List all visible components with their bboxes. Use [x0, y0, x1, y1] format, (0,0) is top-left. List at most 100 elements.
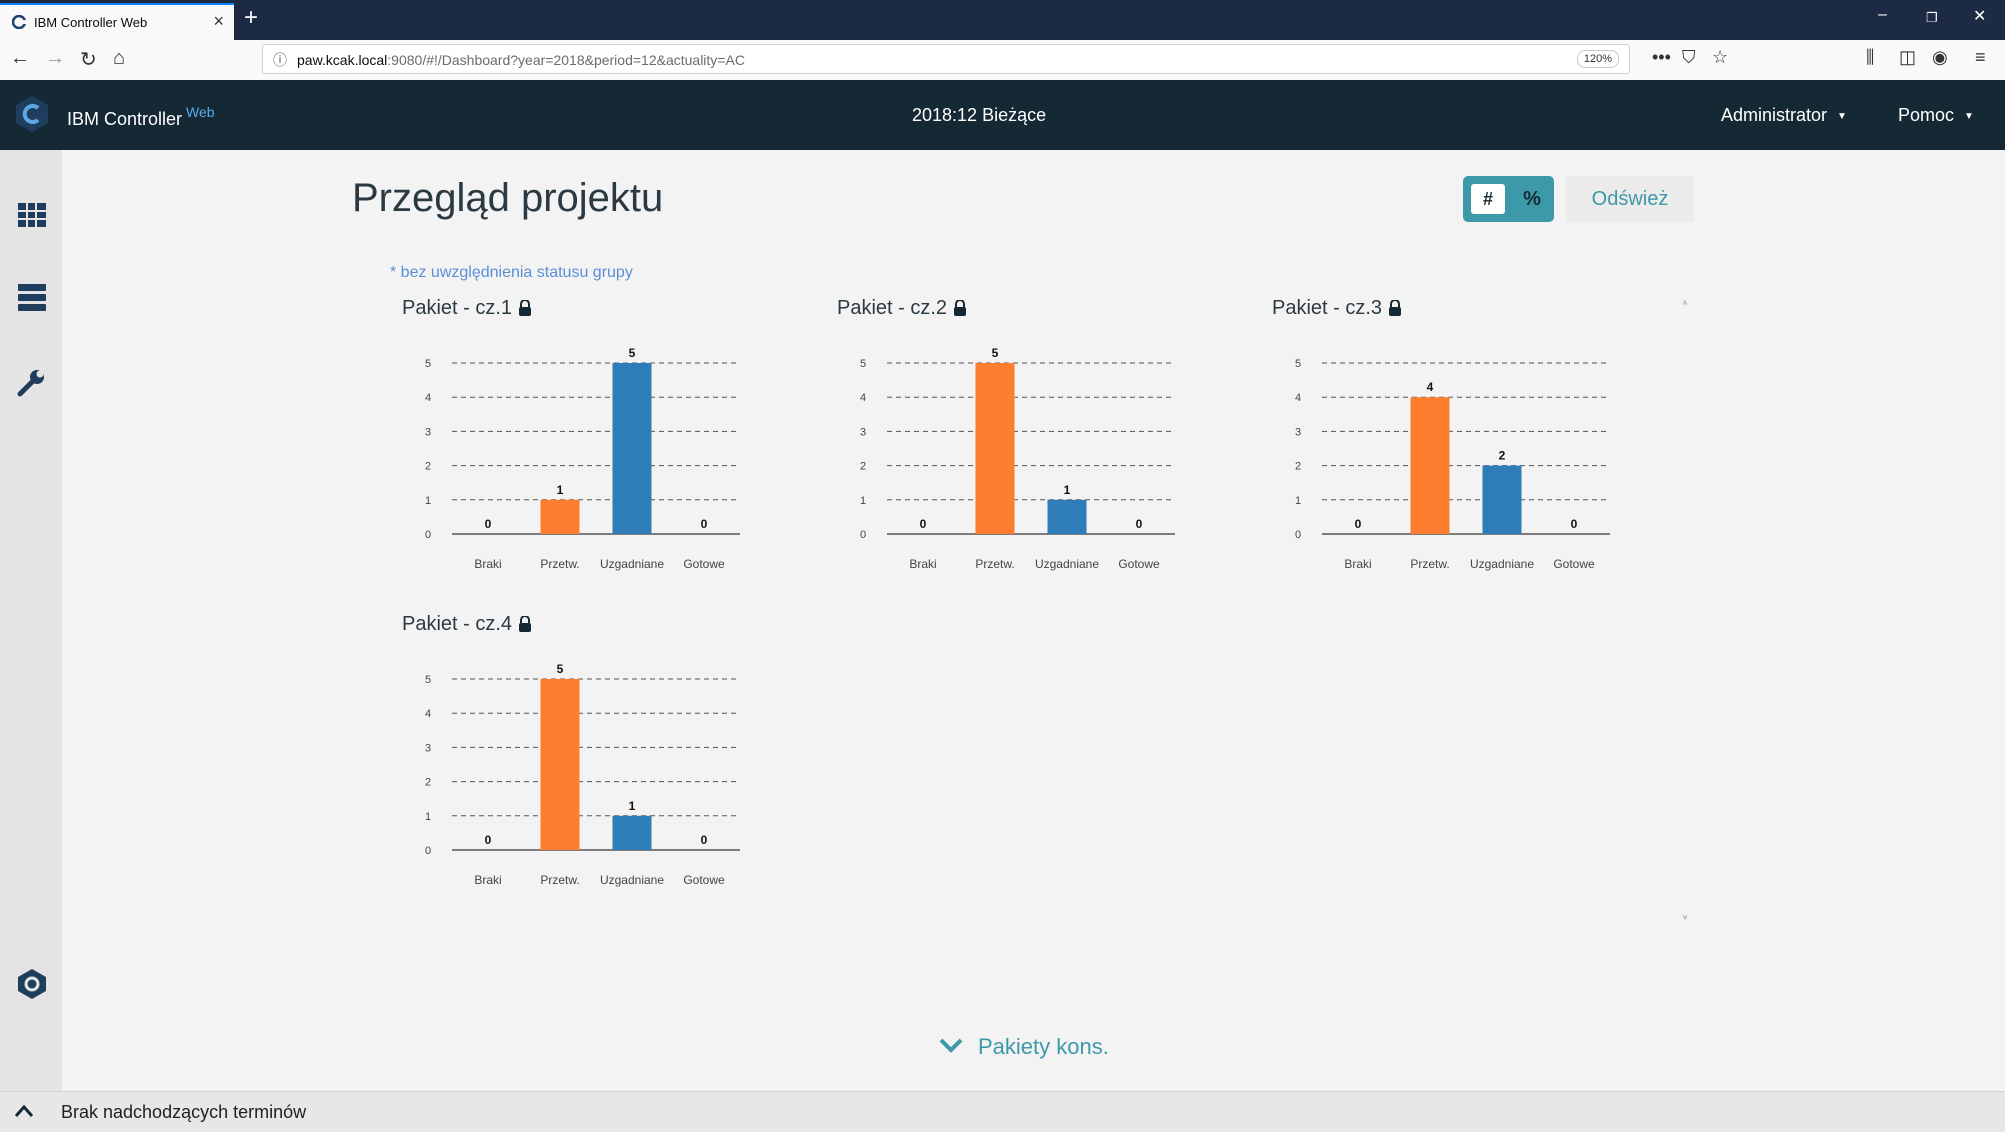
- y-tick-label: 2: [860, 461, 866, 473]
- y-tick-label: 3: [425, 426, 431, 438]
- browser-tab[interactable]: IBM Controller Web ×: [0, 3, 234, 40]
- x-category-label: Braki: [474, 873, 501, 887]
- packages-section-label: Pakiety kons.: [978, 1034, 1109, 1059]
- y-tick-label: 5: [425, 674, 431, 686]
- bar-value-label: 0: [701, 517, 708, 531]
- caret-down-icon: ▼: [1964, 111, 1974, 122]
- bar-value-label: 0: [485, 517, 492, 531]
- close-tab-icon[interactable]: ×: [213, 11, 224, 32]
- list-icon[interactable]: [16, 281, 48, 313]
- url-text: paw.kcak.local:9080/#!/Dashboard?year=20…: [297, 52, 745, 68]
- home-icon[interactable]: ⌂: [113, 47, 125, 70]
- back-icon[interactable]: ←: [10, 47, 30, 70]
- chart-title-text: Pakiet - cz.1: [402, 297, 513, 319]
- wrench-icon[interactable]: [16, 366, 48, 398]
- app-name[interactable]: IBM Controller Web: [67, 104, 215, 130]
- x-category-label: Uzgadniane: [1470, 557, 1534, 571]
- chevron-down-icon: [939, 1038, 963, 1053]
- y-tick-label: 1: [860, 495, 866, 507]
- y-tick-label: 4: [1295, 392, 1301, 404]
- menu-icon[interactable]: ≡: [1975, 47, 1986, 68]
- user-menu[interactable]: Administrator ▼: [1721, 105, 1847, 126]
- packages-section-toggle[interactable]: Pakiety kons.: [938, 1034, 1109, 1060]
- x-category-label: Braki: [474, 557, 501, 571]
- display-mode-toggle[interactable]: # %: [1463, 176, 1554, 222]
- close-window-icon[interactable]: ✕: [1973, 6, 1986, 26]
- chart-title-2: Pakiet - cz.2: [837, 297, 967, 320]
- account-icon[interactable]: ◉: [1932, 47, 1948, 68]
- bar-value-label: 0: [701, 833, 708, 847]
- y-tick-label: 0: [1295, 529, 1301, 541]
- lock-icon: [519, 300, 532, 316]
- lock-icon: [954, 300, 967, 316]
- library-icon[interactable]: ⫼: [1866, 47, 1874, 68]
- deadlines-footer[interactable]: Brak nadchodzących terminów: [0, 1091, 2005, 1132]
- bar-chart-1: 0 1 2 3 4 5 0 Braki 1 Przetw. 5 Uzgadniane 0 Gotowe: [425, 346, 740, 571]
- y-tick-label: 0: [425, 845, 431, 857]
- y-tick-label: 5: [860, 358, 866, 370]
- x-category-label: Braki: [1344, 557, 1371, 571]
- bar-value-label: 1: [557, 483, 564, 497]
- tab-title: IBM Controller Web: [34, 15, 148, 30]
- toggle-count-button[interactable]: #: [1471, 184, 1505, 214]
- y-tick-label: 3: [1295, 426, 1301, 438]
- address-bar[interactable]: ⓘ paw.kcak.local:9080/#!/Dashboard?year=…: [262, 44, 1630, 74]
- zoom-level[interactable]: 120%: [1576, 50, 1619, 68]
- lock-icon: [1389, 300, 1402, 316]
- chevron-up-icon[interactable]: [14, 1104, 34, 1118]
- scrollbar[interactable]: [1683, 300, 1687, 920]
- y-tick-label: 1: [425, 495, 431, 507]
- y-tick-label: 5: [425, 358, 431, 370]
- bar: [1482, 465, 1522, 534]
- x-category-label: Przetw.: [540, 557, 579, 571]
- x-category-label: Gotowe: [683, 557, 725, 571]
- x-category-label: Uzgadniane: [600, 557, 664, 571]
- new-tab-button[interactable]: +: [244, 4, 258, 32]
- bar-value-label: 5: [992, 346, 999, 360]
- forward-icon[interactable]: →: [45, 47, 65, 70]
- y-tick-label: 1: [425, 811, 431, 823]
- refresh-button[interactable]: Odśwież: [1566, 176, 1694, 222]
- bar-chart-3: 0 1 2 3 4 5 0 Braki 4 Przetw. 2 Uzgadniane 0 Gotowe: [1295, 358, 1610, 571]
- y-tick-label: 4: [425, 392, 431, 404]
- y-tick-label: 2: [425, 777, 431, 789]
- chart-title-1: Pakiet - cz.1: [402, 297, 532, 320]
- help-menu[interactable]: Pomoc ▼: [1898, 105, 1974, 126]
- x-category-label: Uzgadniane: [600, 873, 664, 887]
- bookmark-star-icon[interactable]: ☆: [1712, 47, 1728, 68]
- caret-down-icon: ▼: [1837, 111, 1847, 122]
- dashboard-grid-icon[interactable]: [16, 199, 48, 231]
- bar-value-label: 0: [485, 833, 492, 847]
- ibm-logo-icon[interactable]: [16, 968, 48, 1000]
- chart-title-text: Pakiet - cz.4: [402, 613, 513, 635]
- bar: [1047, 499, 1087, 534]
- chart-title-text: Pakiet - cz.3: [1272, 297, 1383, 319]
- chart-title-4: Pakiet - cz.4: [402, 613, 532, 636]
- help-menu-label: Pomoc: [1898, 105, 1955, 125]
- bar: [1410, 397, 1450, 534]
- bar-value-label: 0: [1136, 517, 1143, 531]
- bar: [540, 679, 580, 850]
- sidebar-toggle-icon[interactable]: ◫: [1899, 47, 1916, 68]
- pocket-icon[interactable]: ⛉: [1682, 47, 1696, 68]
- reload-icon[interactable]: ↻: [80, 47, 97, 72]
- bar: [540, 499, 580, 534]
- minimize-icon[interactable]: –: [1878, 6, 1887, 24]
- y-tick-label: 0: [425, 529, 431, 541]
- browser-tab-bar: [0, 0, 2005, 40]
- bar-value-label: 1: [1064, 483, 1071, 497]
- bar-value-label: 0: [1571, 517, 1578, 531]
- site-info-icon[interactable]: ⓘ: [273, 50, 287, 70]
- restore-icon[interactable]: ❐: [1926, 10, 1938, 26]
- period-indicator[interactable]: 2018:12 Bieżące: [912, 105, 1046, 126]
- deadlines-text: Brak nadchodzących terminów: [61, 1102, 307, 1122]
- toggle-percent-button[interactable]: %: [1515, 184, 1549, 214]
- x-category-label: Gotowe: [683, 873, 725, 887]
- y-tick-label: 4: [860, 392, 866, 404]
- page-actions-icon[interactable]: •••: [1652, 47, 1671, 68]
- x-category-label: Braki: [909, 557, 936, 571]
- bar: [612, 363, 652, 534]
- page-title: Przegląd projektu: [352, 176, 664, 220]
- bar-chart-4: 0 1 2 3 4 5 0 Braki 5 Przetw. 1 Uzgadniane 0 Gotowe: [425, 662, 740, 887]
- app-name-text: IBM Controller: [67, 109, 183, 129]
